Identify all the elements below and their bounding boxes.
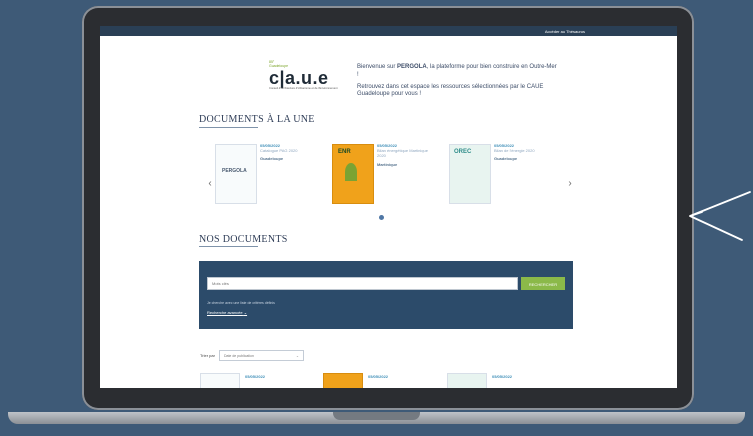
doc-source-2: Martinique: [377, 161, 398, 167]
doc-meta-1: 05/05/2022 Catalogue PAG 2020 Guadeloupe: [260, 143, 320, 162]
carousel-prev-icon[interactable]: ‹: [205, 178, 215, 189]
search-button[interactable]: RECHERCHER: [521, 277, 565, 290]
intro-text: Bienvenue sur PERGOLA, la plateforme pou…: [357, 64, 557, 103]
screen: Accéder au Thésaurus 85° Guadeloupe c|a.…: [100, 26, 677, 388]
doc-thumb-1: PERGOLA: [215, 144, 257, 204]
doc-source-3: Guadeloupe: [494, 156, 518, 162]
list-date-2: 05/05/2022: [368, 374, 389, 379]
logo-sub: Conseil d'Architecture d'Urbanisme et de…: [269, 87, 338, 91]
documents-title: NOS DOCUMENTS: [199, 234, 288, 245]
doc-source-1: Guadeloupe: [260, 156, 284, 162]
document-list-item-1[interactable]: 05/05/2022: [200, 373, 310, 388]
caue-logo: 85° Guadeloupe c|a.u.e Conseil d'Archite…: [269, 60, 349, 100]
list-date-1: 05/05/2022: [245, 374, 266, 379]
carousel-indicator[interactable]: [379, 215, 384, 220]
top-bar: Accéder au Thésaurus: [100, 26, 677, 36]
carousel-next-icon[interactable]: ›: [565, 178, 575, 189]
document-list-item-3[interactable]: 05/05/2022: [447, 373, 557, 388]
decorative-arrow-icon: [689, 191, 751, 241]
list-date-3: 05/05/2022: [492, 374, 513, 379]
sort-select[interactable]: Date de publication ⌄: [218, 350, 304, 361]
list-thumb-2: [323, 373, 363, 388]
advanced-search-label: Recherche avancée: [207, 310, 243, 315]
sort-control: Trier par Date de publication ⌄: [200, 350, 304, 361]
featured-carousel: ‹ › PERGOLA 05/05/2022 Catalogue PAG 202…: [205, 136, 575, 226]
doc-meta-2: 05/05/2022 Bilan énergétique Martinique …: [377, 143, 437, 167]
laptop-base: [0, 412, 753, 436]
doc-thumb-1-label: PERGOLA: [222, 168, 247, 174]
intro-p1-brand: PERGOLA: [397, 64, 427, 70]
thesaurus-link[interactable]: Accéder au Thésaurus: [545, 29, 585, 34]
doc-title-3: Bilan de l'énergie 2020: [494, 148, 535, 154]
featured-underline: [199, 127, 258, 128]
sort-selected: Date de publication: [223, 353, 254, 358]
list-thumb-3: [447, 373, 487, 388]
logo-main: c|a.u.e: [269, 68, 329, 89]
document-list-item-2[interactable]: 05/05/2022: [323, 373, 433, 388]
intro-p1-prefix: Bienvenue sur: [357, 64, 398, 70]
hero: 85° Guadeloupe c|a.u.e Conseil d'Archite…: [100, 36, 677, 106]
doc-meta-3: 05/05/2022 Bilan de l'énergie 2020 Guade…: [494, 143, 554, 162]
search-help: Je cherche avec une liste de critères dé…: [207, 301, 275, 305]
search-input[interactable]: [207, 277, 518, 290]
doc-title-2: Bilan énergétique Martinique 2020: [377, 148, 428, 159]
featured-doc-1[interactable]: PERGOLA 05/05/2022 Catalogue PAG 2020 Gu…: [215, 136, 325, 206]
advanced-search-link[interactable]: Recherche avancée ⌄: [207, 310, 247, 315]
chevron-down-icon: ⌄: [243, 310, 248, 315]
doc-thumb-3-label: OREC: [454, 149, 472, 155]
laptop-notch: [333, 412, 420, 420]
doc-thumb-2: ENR: [332, 144, 374, 204]
doc-thumb-2-graphic: [345, 163, 357, 181]
doc-title-1: Catalogue PAG 2020: [260, 148, 298, 154]
chevron-down-icon: ⌄: [296, 353, 299, 358]
list-thumb-1: [200, 373, 240, 388]
doc-thumb-2-label: ENR: [338, 149, 351, 155]
doc-thumb-3: OREC: [449, 144, 491, 204]
intro-p1: Bienvenue sur PERGOLA, la plateforme pou…: [357, 64, 557, 80]
featured-title: DOCUMENTS À LA UNE: [199, 114, 315, 125]
featured-doc-2[interactable]: ENR 05/05/2022 Bilan énergétique Martini…: [332, 136, 442, 206]
documents-underline: [199, 246, 258, 247]
sort-label: Trier par: [200, 353, 215, 358]
intro-p2: Retrouvez dans cet espace les ressources…: [357, 83, 544, 98]
featured-doc-3[interactable]: OREC 05/05/2022 Bilan de l'énergie 2020 …: [449, 136, 559, 206]
search-panel: RECHERCHER Je cherche avec une liste de …: [199, 261, 573, 329]
